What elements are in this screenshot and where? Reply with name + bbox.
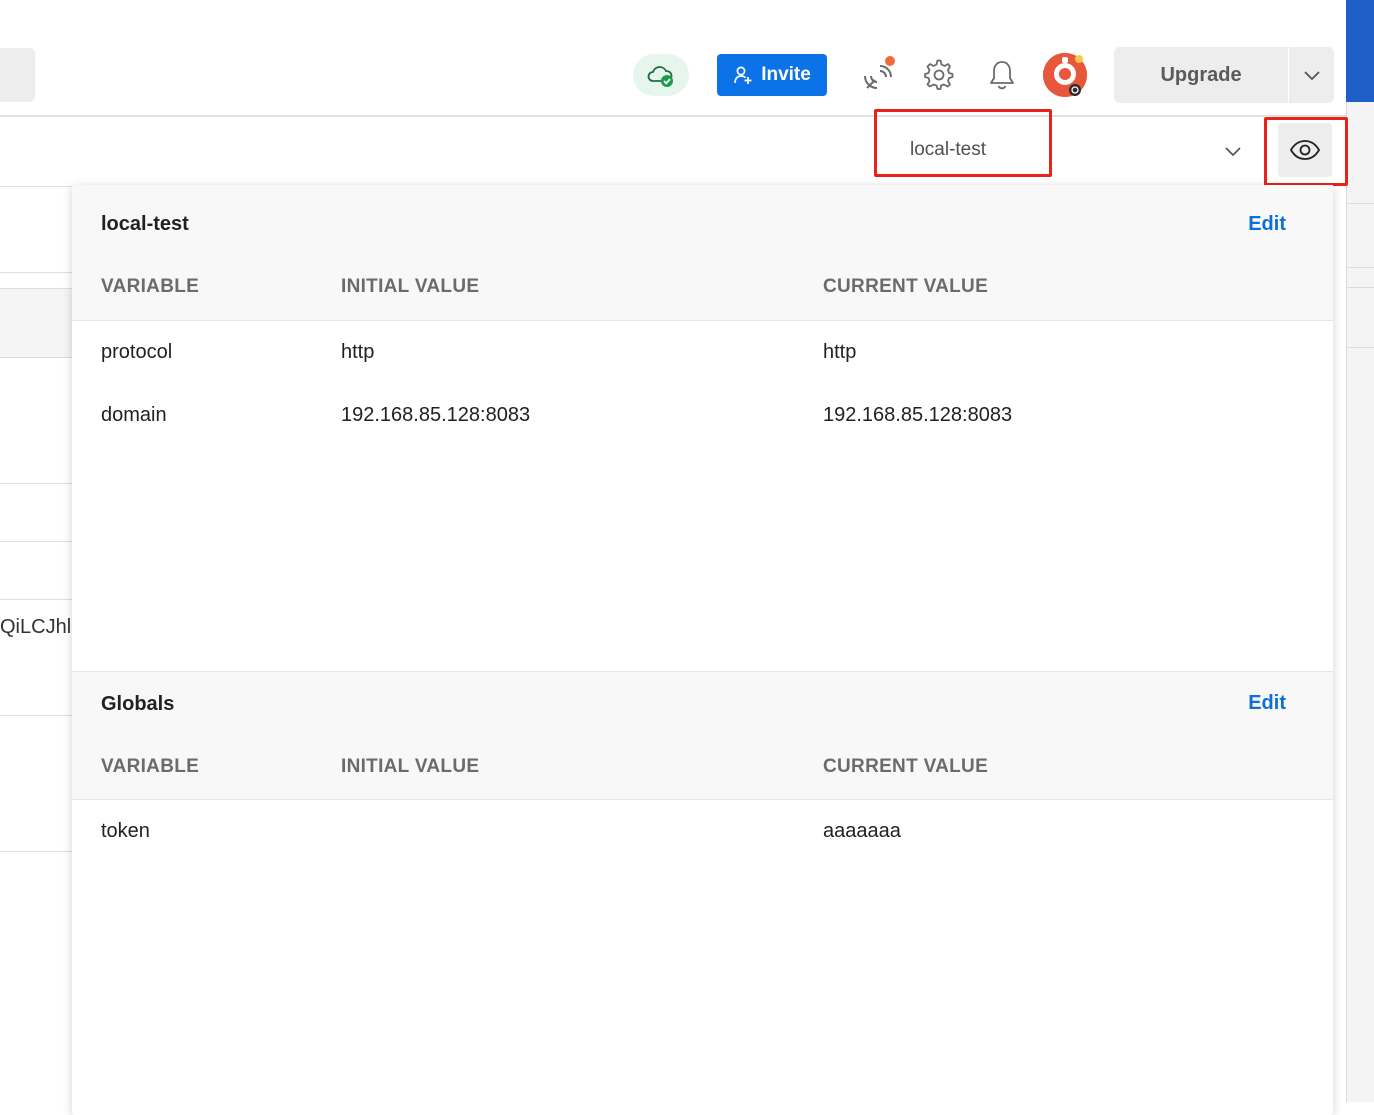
avatar-image bbox=[1043, 53, 1087, 97]
satellite-icon bbox=[864, 56, 895, 89]
column-header-variable: VARIABLE bbox=[101, 276, 200, 297]
edit-globals-link[interactable]: Edit bbox=[1248, 692, 1286, 715]
chevron-down-icon bbox=[1303, 71, 1320, 81]
edge-divider bbox=[1347, 287, 1374, 288]
current-value-cell: aaaaaaa bbox=[823, 820, 901, 842]
background-divider bbox=[0, 272, 72, 273]
background-divider bbox=[0, 483, 72, 484]
column-header-variable: VARIABLE bbox=[101, 756, 200, 777]
table-header-divider bbox=[72, 799, 1333, 800]
background-divider bbox=[0, 541, 72, 542]
initial-value-cell: http bbox=[341, 341, 375, 363]
adjacent-window-accent bbox=[1346, 0, 1374, 102]
chevron-down-icon bbox=[1225, 147, 1241, 157]
header-divider bbox=[0, 115, 1346, 117]
avatar[interactable] bbox=[1043, 53, 1087, 97]
cloud-sync-icon bbox=[647, 66, 673, 87]
satellite-button[interactable] bbox=[858, 55, 898, 95]
eye-highlight-box bbox=[1264, 117, 1348, 186]
initial-value-cell: 192.168.85.128:8083 bbox=[341, 404, 531, 426]
environment-quick-look-popover: local-test Edit VARIABLE INITIAL VALUE C… bbox=[72, 185, 1333, 1115]
globals-section-header bbox=[72, 672, 1333, 799]
background-row bbox=[0, 288, 72, 358]
environment-section-title: local-test bbox=[101, 213, 189, 235]
notifications-button[interactable] bbox=[982, 55, 1022, 95]
background-divider bbox=[0, 851, 72, 852]
adjacent-window-edge bbox=[1346, 0, 1374, 1102]
search-field-edge[interactable] bbox=[0, 48, 35, 102]
settings-button[interactable] bbox=[919, 55, 959, 95]
globals-section-title: Globals bbox=[101, 693, 175, 715]
column-header-current-value: CURRENT VALUE bbox=[823, 756, 989, 777]
add-user-icon bbox=[734, 66, 752, 84]
background-truncated-text: QiLCJhl bbox=[0, 616, 70, 638]
variable-name-cell: protocol bbox=[101, 341, 173, 363]
variable-name-cell: domain bbox=[101, 404, 167, 426]
column-header-current-value: CURRENT VALUE bbox=[823, 276, 989, 297]
background-divider bbox=[0, 186, 72, 187]
column-header-initial-value: INITIAL VALUE bbox=[341, 756, 480, 777]
column-header-initial-value: INITIAL VALUE bbox=[341, 276, 480, 297]
invite-button[interactable]: Invite bbox=[717, 54, 827, 96]
environment-dropdown-toggle[interactable] bbox=[1222, 140, 1244, 167]
bell-icon bbox=[990, 61, 1014, 90]
background-divider bbox=[0, 599, 72, 600]
cloud-sync-button[interactable] bbox=[633, 54, 689, 96]
upgrade-button[interactable]: Upgrade bbox=[1114, 47, 1288, 103]
environment-highlight-box bbox=[874, 109, 1052, 177]
edit-environment-link[interactable]: Edit bbox=[1248, 213, 1286, 236]
upgrade-label: Upgrade bbox=[1160, 63, 1242, 86]
current-value-cell: http bbox=[823, 341, 857, 363]
current-value-cell: 192.168.85.128:8083 bbox=[823, 404, 1013, 426]
upgrade-menu-button[interactable] bbox=[1289, 47, 1334, 103]
edge-divider bbox=[1347, 203, 1374, 204]
invite-label: Invite bbox=[761, 64, 811, 85]
variable-name-cell: token bbox=[101, 820, 150, 842]
gear-icon bbox=[924, 59, 954, 90]
environment-section-header bbox=[72, 185, 1333, 320]
edge-divider bbox=[1347, 267, 1374, 268]
table-header-divider bbox=[72, 320, 1333, 321]
edge-divider bbox=[1347, 347, 1374, 348]
background-divider bbox=[0, 715, 72, 716]
